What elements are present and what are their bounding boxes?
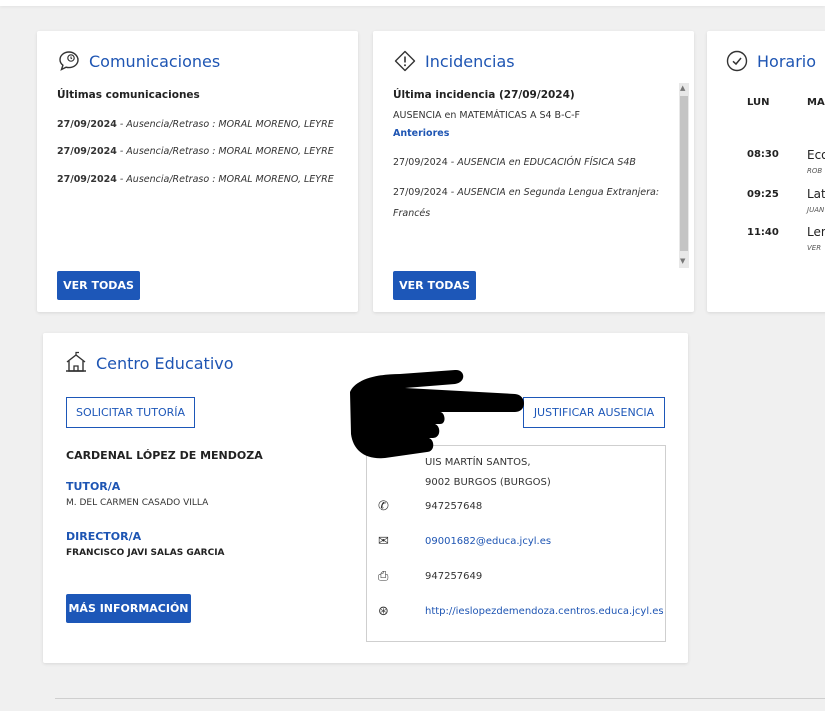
phone-text: 947257648 <box>425 501 483 512</box>
comunicacion-item[interactable]: 27/09/2024 - Ausencia/Retraso : MORAL MO… <box>57 146 334 157</box>
mas-informacion-button[interactable]: MÁS INFORMACIÓN <box>66 594 191 623</box>
comunicacion-text: - Ausencia/Retraso : MORAL MORENO, LEYRE <box>116 174 334 185</box>
horario-teacher: JUAN <box>807 206 825 214</box>
horario-subject[interactable]: Len <box>807 225 825 239</box>
comunicacion-date: 27/09/2024 <box>57 174 117 185</box>
comunicacion-date: 27/09/2024 <box>57 119 117 130</box>
top-bar <box>0 0 825 6</box>
incidencias-latest-label: Última incidencia (27/09/2024) <box>393 89 575 101</box>
horario-teacher: ROB <box>807 167 823 175</box>
incidencia-text: - AUSENCIA en EDUCACIÓN FÍSICA S4B <box>447 157 636 168</box>
mail-icon: ✉ <box>378 534 389 549</box>
incidencias-title[interactable]: Incidencias <box>393 49 515 73</box>
scroll-down-arrow-icon[interactable]: ▼ <box>680 257 685 265</box>
comunicacion-text: - Ausencia/Retraso : MORAL MORENO, LEYRE <box>116 146 334 157</box>
fax-icon: ⎙ <box>378 569 389 584</box>
scroll-up-arrow-icon[interactable]: ▲ <box>680 84 685 92</box>
incidencias-anteriores-link[interactable]: Anteriores <box>393 128 449 139</box>
footer-divider <box>55 698 825 699</box>
school-building-icon <box>66 351 86 372</box>
horario-subject[interactable]: Eco <box>807 148 825 162</box>
incidencia-item-cont: Francés <box>393 208 431 219</box>
horario-teacher: VER <box>807 244 822 252</box>
chat-bubble-icon <box>59 51 79 71</box>
justificar-ausencia-button[interactable]: JUSTIFICAR AUSENCIA <box>523 397 665 428</box>
comunicaciones-subtitle: Últimas comunicaciones <box>57 89 200 101</box>
incidencia-text: - AUSENCIA en Segunda Lengua Extranjera: <box>447 187 660 198</box>
incidencias-ver-todas-button[interactable]: VER TODAS <box>393 271 476 300</box>
horario-day-header: MA <box>807 97 825 108</box>
horario-time: 09:25 <box>747 189 779 200</box>
email-row: ✉ 09001682@educa.jcyl.es <box>378 534 551 549</box>
horario-day-header: LUN <box>747 97 770 108</box>
incidencia-item[interactable]: 27/09/2024 - AUSENCIA en EDUCACIÓN FÍSIC… <box>393 157 636 168</box>
comunicacion-date: 27/09/2024 <box>57 146 117 157</box>
director-name: FRANCISCO JAVI SALAS GARCIA <box>66 548 225 558</box>
horario-subject[interactable]: Lat <box>807 187 825 201</box>
school-name: CARDENAL LÓPEZ DE MENDOZA <box>66 449 263 462</box>
solicitar-tutoria-button[interactable]: SOLICITAR TUTORÍA <box>66 397 195 428</box>
incidencia-item[interactable]: 27/09/2024 - AUSENCIA en Segunda Lengua … <box>393 187 659 198</box>
incidencias-card: Incidencias Última incidencia (27/09/202… <box>373 31 694 312</box>
incidencias-latest-text: AUSENCIA en MATEMÁTICAS A S4 B-C-F <box>393 110 581 121</box>
comunicaciones-ver-todas-button[interactable]: VER TODAS <box>57 271 140 300</box>
centro-educativo-title: Centro Educativo <box>64 351 234 375</box>
web-link[interactable]: http://ieslopezdemendoza.centros.educa.j… <box>425 606 664 617</box>
horario-title[interactable]: Horario <box>725 49 816 73</box>
warning-diamond-icon <box>394 50 416 72</box>
email-link[interactable]: 09001682@educa.jcyl.es <box>425 536 551 547</box>
tutor-label: TUTOR/A <box>66 480 121 493</box>
horario-time: 11:40 <box>747 227 779 238</box>
comunicaciones-title[interactable]: Comunicaciones <box>57 49 220 73</box>
horario-time: 08:30 <box>747 149 779 160</box>
fax-text: 947257649 <box>425 571 483 582</box>
tutor-name: M. DEL CARMEN CASADO VILLA <box>66 498 209 508</box>
comunicacion-text: - Ausencia/Retraso : MORAL MORENO, LEYRE <box>116 119 334 130</box>
clock-icon <box>726 50 748 72</box>
horario-title-label: Horario <box>757 51 817 71</box>
globe-icon: ⊛ <box>378 604 389 619</box>
incidencia-date: 27/09/2024 <box>393 187 448 198</box>
incidencias-scrollbar-thumb[interactable] <box>680 96 688 251</box>
comunicacion-item[interactable]: 27/09/2024 - Ausencia/Retraso : MORAL MO… <box>57 119 334 130</box>
address-line-2-text: 9002 BURGOS (BURGOS) <box>425 477 551 488</box>
comunicacion-item[interactable]: 27/09/2024 - Ausencia/Retraso : MORAL MO… <box>57 174 334 185</box>
comunicaciones-card: Comunicaciones Últimas comunicaciones 27… <box>37 31 358 312</box>
pointing-hand-icon <box>350 369 524 459</box>
phone-icon: ✆ <box>378 499 389 514</box>
centro-educativo-title-label: Centro Educativo <box>96 353 234 373</box>
incidencias-title-label: Incidencias <box>425 51 515 71</box>
incidencia-date: 27/09/2024 <box>393 157 448 168</box>
comunicaciones-title-label: Comunicaciones <box>89 51 221 71</box>
horario-card: Horario LUN MA 08:30 Eco ROB 09:25 Lat J… <box>707 31 825 312</box>
director-label: DIRECTOR/A <box>66 530 142 543</box>
address-line-2: 9002 BURGOS (BURGOS) <box>425 477 551 488</box>
phone-row: ✆ 947257648 <box>378 499 482 514</box>
web-row: ⊛ http://ieslopezdemendoza.centros.educa… <box>378 604 664 619</box>
fax-row: ⎙ 947257649 <box>378 569 482 584</box>
